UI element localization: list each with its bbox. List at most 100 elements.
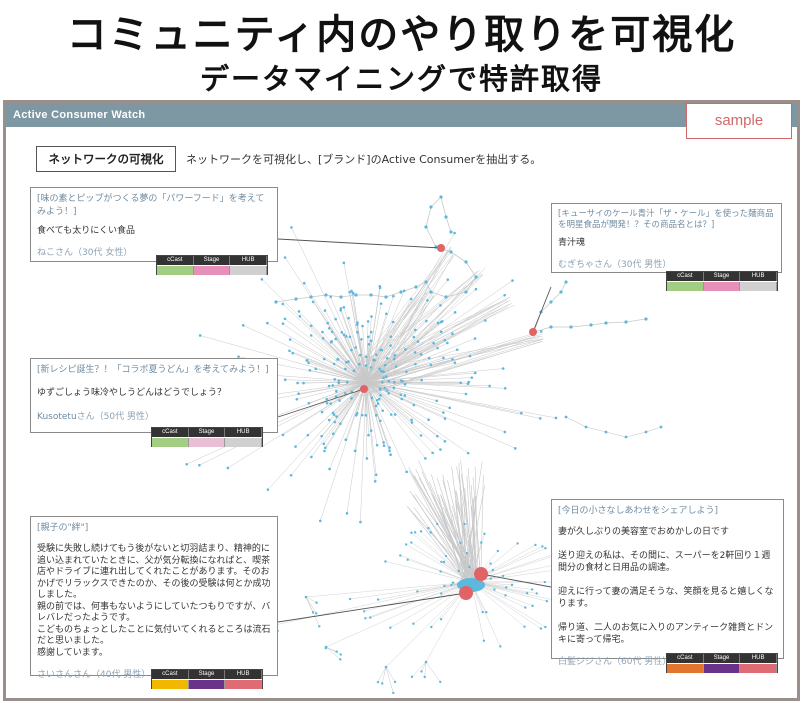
network-node bbox=[385, 356, 389, 360]
network-node bbox=[451, 332, 454, 336]
meter-stage-label: Stage bbox=[188, 670, 226, 679]
network-node bbox=[393, 354, 397, 357]
callout-family-bond[interactable]: [親子の"絆"] 受験に失敗し続けてもう後がないと切羽詰まり、精神的に追い込まれ… bbox=[30, 516, 278, 680]
meter-ccast-bar bbox=[667, 282, 704, 291]
network-node bbox=[564, 415, 568, 419]
network-node bbox=[389, 344, 392, 347]
network-node bbox=[480, 541, 483, 544]
network-node bbox=[481, 610, 484, 614]
network-node bbox=[382, 441, 385, 444]
network-node bbox=[318, 519, 322, 523]
network-edge bbox=[365, 381, 522, 414]
network-node bbox=[419, 434, 423, 437]
network-node bbox=[554, 416, 558, 420]
network-node bbox=[185, 462, 188, 466]
callout-udon[interactable]: [新レシピ誕生？！「コラボ夏うどん」を考えてみよう！] ゆずごしょう味冷やしうど… bbox=[30, 358, 278, 433]
network-node bbox=[511, 279, 514, 282]
network-node bbox=[323, 449, 326, 453]
network-node bbox=[309, 295, 313, 299]
network-edge bbox=[325, 646, 337, 652]
meter-ccast-label: cCast bbox=[667, 654, 704, 663]
network-node bbox=[416, 590, 419, 593]
network-node bbox=[468, 565, 471, 569]
page-subtitle: データマイニングで特許取得 bbox=[199, 62, 603, 96]
meter-hub-bar bbox=[225, 680, 262, 689]
network-node bbox=[439, 304, 442, 307]
network-node bbox=[369, 616, 372, 619]
network-node bbox=[350, 348, 353, 352]
meter-hub-bar bbox=[230, 266, 267, 275]
network-node bbox=[288, 338, 292, 341]
network-edge bbox=[310, 294, 327, 298]
callout-green-juice[interactable]: [キューサイのケール青汁「ザ・ケール」を使った麺商品を明星食品が開発！？その商品… bbox=[551, 203, 782, 273]
network-node bbox=[539, 330, 543, 333]
callout-power-food[interactable]: [味の素とピップがつくる夢の「パワーフード」を考えてみよう！] 食べても太りにく… bbox=[30, 187, 278, 262]
network-node bbox=[493, 588, 496, 591]
network-node bbox=[360, 337, 363, 341]
network-node bbox=[459, 381, 463, 385]
network-edge bbox=[430, 196, 442, 208]
network-node bbox=[457, 569, 461, 573]
network-node bbox=[450, 583, 453, 587]
network-node bbox=[440, 592, 443, 595]
network-node bbox=[360, 413, 364, 417]
network-node bbox=[376, 402, 380, 405]
network-edge bbox=[296, 381, 367, 400]
network-node bbox=[448, 406, 452, 410]
network-node bbox=[359, 520, 362, 524]
network-node bbox=[446, 341, 449, 345]
network-edge bbox=[425, 206, 432, 228]
network-node bbox=[624, 320, 628, 324]
network-node bbox=[306, 433, 310, 437]
network-node bbox=[504, 594, 507, 597]
network-node bbox=[358, 353, 362, 357]
network-node bbox=[424, 457, 427, 460]
network-node bbox=[274, 300, 278, 304]
network-node bbox=[413, 351, 417, 354]
network-node bbox=[485, 611, 488, 614]
network-node bbox=[336, 357, 340, 361]
meter-ccast-label: cCast bbox=[152, 670, 189, 679]
network-node bbox=[344, 367, 347, 371]
network-node bbox=[496, 549, 500, 553]
network-node bbox=[564, 280, 568, 284]
network-node bbox=[389, 626, 392, 629]
network-node bbox=[198, 334, 202, 337]
network-node bbox=[297, 392, 300, 395]
network-node bbox=[436, 321, 440, 325]
callout-user: むぎちゃさん（30代 男性） bbox=[558, 260, 672, 270]
callout-body: 妻が久しぶりの美容室でおめかしの日です 送り迎えの私は、その間に、スーパーを2軒… bbox=[558, 527, 774, 645]
network-node bbox=[604, 321, 608, 325]
network-node bbox=[369, 366, 373, 369]
network-node bbox=[241, 324, 245, 327]
network-node bbox=[340, 331, 344, 334]
network-node bbox=[321, 337, 325, 340]
callout-small-happiness[interactable]: [今日の小さなしあわせをシェアしよう] 妻が久しぶりの美容室でおめかしの日です … bbox=[551, 499, 784, 667]
network-node bbox=[331, 384, 335, 387]
network-node bbox=[489, 577, 492, 580]
network-node bbox=[435, 399, 439, 403]
callout-leader-line bbox=[277, 238, 442, 249]
network-node bbox=[393, 680, 397, 684]
network-node bbox=[364, 414, 368, 417]
meter-hub-bar bbox=[225, 438, 262, 447]
network-node bbox=[323, 309, 327, 312]
network-node bbox=[369, 293, 373, 297]
network-node bbox=[370, 396, 374, 400]
network-node bbox=[379, 348, 383, 352]
meter-ccast-bar bbox=[152, 438, 189, 447]
network-node bbox=[373, 479, 377, 483]
network-node bbox=[589, 323, 593, 327]
network-node bbox=[355, 323, 359, 326]
network-node bbox=[339, 653, 342, 656]
network-edge bbox=[360, 381, 367, 523]
network-node bbox=[559, 290, 563, 294]
network-node bbox=[364, 355, 368, 359]
network-node bbox=[488, 384, 491, 388]
network-node bbox=[283, 378, 287, 382]
network-node bbox=[281, 433, 285, 437]
meter-stage-bar bbox=[193, 266, 231, 275]
network-node bbox=[327, 326, 331, 330]
network-node bbox=[363, 610, 366, 613]
callout-topic: [味の素とピップがつくる夢の「パワーフード」を考えてみよう！] bbox=[37, 194, 265, 217]
